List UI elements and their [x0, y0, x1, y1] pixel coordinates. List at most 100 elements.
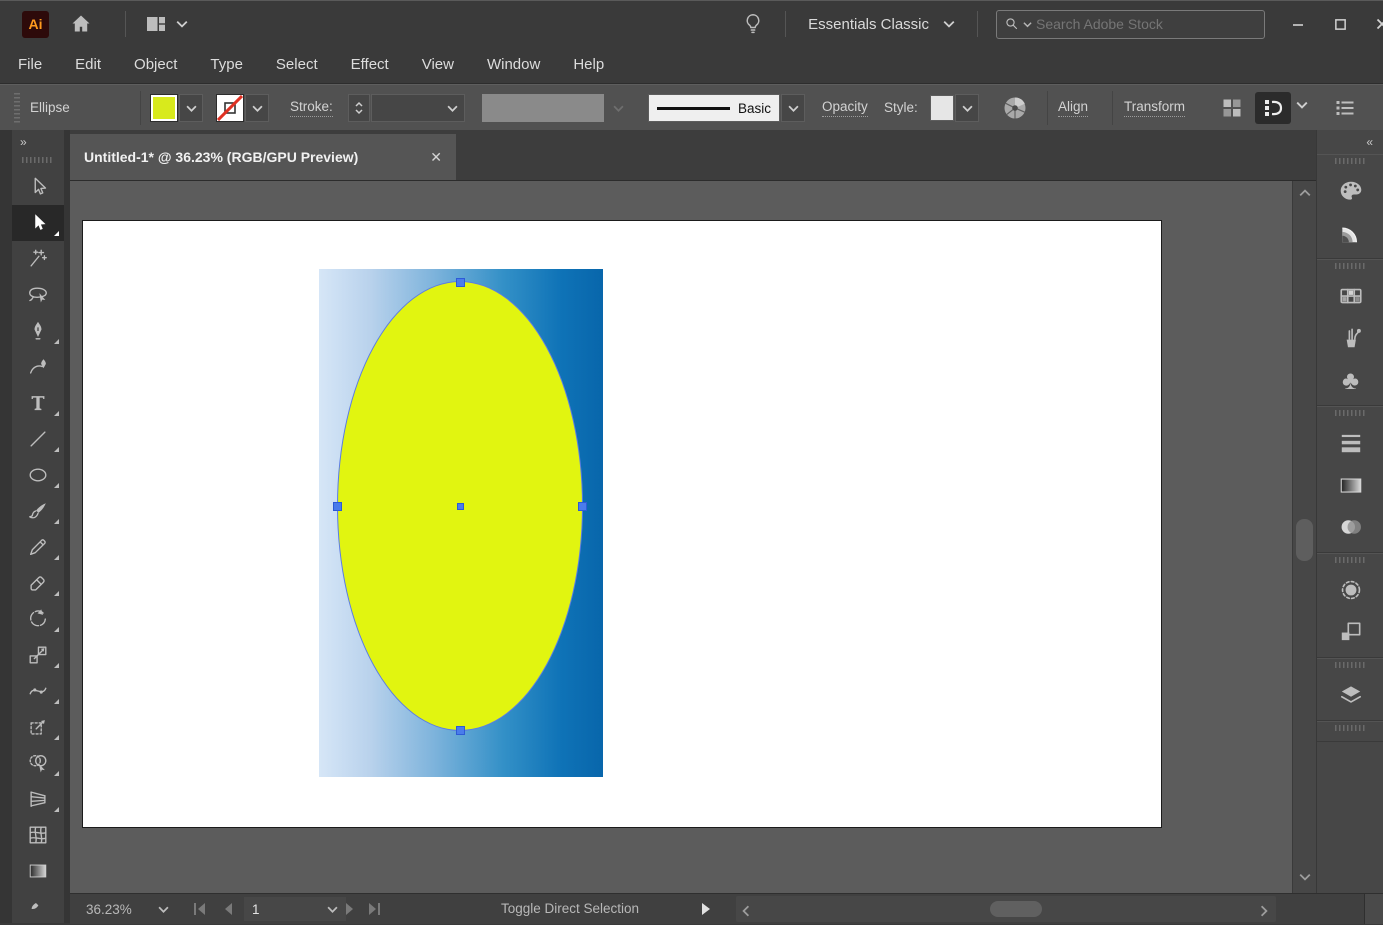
tool-mesh[interactable] — [12, 817, 64, 853]
graphic-style-swatch[interactable] — [930, 95, 954, 121]
isolation-mode-chevron[interactable] — [1296, 101, 1308, 109]
scroll-left-icon[interactable] — [742, 905, 750, 917]
menu-view[interactable]: View — [422, 56, 454, 73]
minimize-button[interactable] — [1283, 11, 1313, 37]
tool-free-transform[interactable] — [12, 709, 64, 745]
color-guide-panel-icon[interactable] — [1317, 212, 1383, 254]
brush-definition-dropdown[interactable]: Basic — [648, 94, 780, 122]
anchor-handle-bottom[interactable] — [456, 726, 465, 735]
resize-corner[interactable] — [1365, 894, 1383, 924]
first-artboard-icon[interactable] — [192, 902, 208, 916]
artboard-number-dropdown[interactable]: 1 — [244, 897, 346, 921]
gradient-panel-icon[interactable] — [1317, 464, 1383, 506]
close-button[interactable] — [1367, 11, 1383, 37]
tool-pencil[interactable] — [12, 529, 64, 565]
workspace-switcher[interactable]: Essentials Classic — [808, 16, 955, 33]
document-tab[interactable]: Untitled-1* @ 36.23% (RGB/GPU Preview) ✕ — [70, 134, 456, 180]
toolbar-expand-button[interactable]: » — [12, 130, 64, 154]
scroll-down-icon[interactable] — [1299, 873, 1311, 881]
tool-shape-builder[interactable] — [12, 745, 64, 781]
menu-help[interactable]: Help — [573, 56, 604, 73]
center-point-handle[interactable] — [457, 503, 464, 510]
tool-line-segment[interactable] — [12, 421, 64, 457]
horizontal-scrollbar[interactable] — [736, 896, 1276, 922]
dock-grip[interactable] — [1335, 725, 1367, 731]
stroke-color-swatch[interactable] — [216, 94, 244, 122]
zoom-level-control[interactable]: 36.23% — [78, 897, 177, 921]
lightbulb-icon[interactable] — [741, 11, 765, 37]
dock-collapse-button[interactable]: « — [1317, 130, 1383, 154]
tool-paintbrush[interactable] — [12, 493, 64, 529]
appearance-panel-icon[interactable] — [1317, 569, 1383, 611]
vertical-scrollbar[interactable] — [1292, 181, 1317, 893]
controlbar-grip[interactable] — [14, 93, 20, 123]
search-input[interactable] — [1034, 15, 1218, 33]
menu-type[interactable]: Type — [210, 56, 243, 73]
status-play-icon[interactable] — [700, 902, 712, 916]
home-icon[interactable] — [69, 12, 93, 36]
tool-perspective-grid[interactable] — [12, 781, 64, 817]
menu-effect[interactable]: Effect — [351, 56, 389, 73]
opacity-label[interactable]: Opacity — [822, 99, 868, 117]
tool-ellipse[interactable] — [12, 457, 64, 493]
tool-selection[interactable] — [12, 169, 64, 205]
grid-squares-icon[interactable] — [1220, 96, 1244, 120]
menu-window[interactable]: Window — [487, 56, 540, 73]
brush-definition-chevron[interactable] — [781, 94, 805, 122]
dock-grip[interactable] — [1335, 557, 1367, 563]
anchor-handle-right[interactable] — [578, 502, 587, 511]
artboard[interactable] — [82, 220, 1162, 828]
fill-color-dropdown[interactable] — [179, 94, 203, 122]
graphic-style-dropdown[interactable] — [955, 94, 979, 122]
menu-file[interactable]: File — [18, 56, 42, 73]
last-artboard-icon[interactable] — [366, 902, 382, 916]
stroke-weight-dropdown[interactable] — [371, 94, 465, 122]
brushes-panel-icon[interactable] — [1317, 317, 1383, 359]
tool-pen[interactable] — [12, 313, 64, 349]
layers-panel-icon[interactable] — [1317, 674, 1383, 716]
vertical-scrollbar-thumb[interactable] — [1296, 519, 1313, 561]
tool-scale[interactable] — [12, 637, 64, 673]
next-artboard-icon[interactable] — [344, 902, 356, 916]
tool-direct-selection[interactable] — [12, 205, 64, 241]
canvas-viewport[interactable] — [70, 181, 1316, 893]
scroll-up-icon[interactable] — [1299, 189, 1311, 197]
menu-select[interactable]: Select — [276, 56, 318, 73]
swatches-panel-icon[interactable] — [1317, 275, 1383, 317]
stock-search-box[interactable] — [996, 10, 1265, 39]
tool-rotate[interactable] — [12, 601, 64, 637]
toolbar-grip[interactable] — [22, 157, 54, 163]
dock-grip[interactable] — [1335, 263, 1367, 269]
align-label[interactable]: Align — [1058, 99, 1088, 117]
fill-color-swatch[interactable] — [150, 94, 178, 122]
transparency-panel-icon[interactable] — [1317, 506, 1383, 548]
tool-width[interactable] — [12, 673, 64, 709]
app-logo-icon[interactable]: Ai — [22, 11, 49, 38]
stroke-weight-label[interactable]: Stroke: — [290, 99, 333, 117]
tool-curvature[interactable] — [12, 349, 64, 385]
color-panel-icon[interactable] — [1317, 170, 1383, 212]
maximize-button[interactable] — [1325, 11, 1355, 37]
symbols-panel-icon[interactable]: ♣ — [1317, 359, 1383, 401]
tool-type[interactable] — [12, 385, 64, 421]
anchor-handle-top[interactable] — [456, 278, 465, 287]
menu-edit[interactable]: Edit — [75, 56, 101, 73]
tool-gradient[interactable] — [12, 853, 64, 889]
panel-menu-icon[interactable] — [1333, 96, 1357, 120]
scroll-right-icon[interactable] — [1260, 905, 1268, 917]
stroke-color-dropdown[interactable] — [245, 94, 269, 122]
graphic-styles-panel-icon[interactable] — [1317, 611, 1383, 653]
stroke-weight-stepper[interactable] — [348, 94, 370, 122]
dock-grip[interactable] — [1335, 410, 1367, 416]
dock-grip[interactable] — [1335, 158, 1367, 164]
status-text[interactable]: Toggle Direct Selection — [400, 901, 740, 916]
tool-eyedropper[interactable] — [12, 889, 64, 925]
previous-artboard-icon[interactable] — [222, 902, 234, 916]
recolor-artwork-icon[interactable] — [1001, 94, 1029, 122]
menu-object[interactable]: Object — [134, 56, 177, 73]
arrange-documents-button[interactable] — [144, 12, 188, 36]
tool-lasso[interactable] — [12, 277, 64, 313]
anchor-handle-left[interactable] — [333, 502, 342, 511]
stroke-panel-icon[interactable] — [1317, 422, 1383, 464]
dock-grip[interactable] — [1335, 662, 1367, 668]
